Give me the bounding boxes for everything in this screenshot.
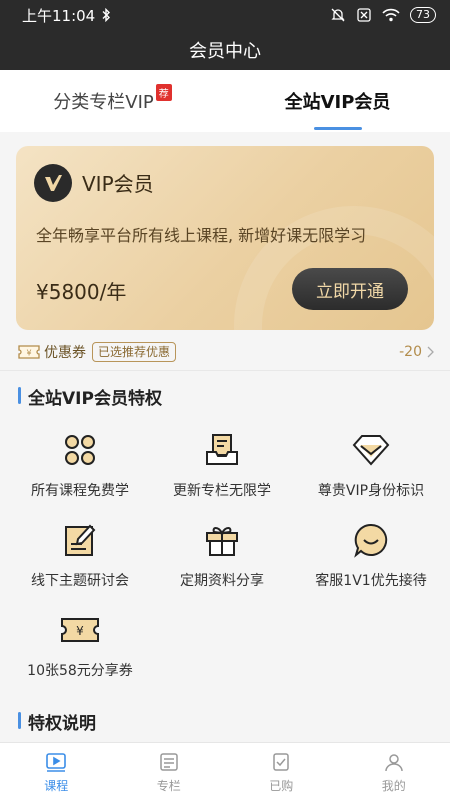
title-bar: 会员中心: [0, 30, 450, 70]
nav-label: 课程: [44, 778, 69, 793]
svg-text:¥: ¥: [26, 349, 31, 358]
nav-item-purchased[interactable]: 已购: [225, 743, 338, 800]
edit-note-icon: [60, 520, 100, 560]
wifi-icon: [382, 8, 400, 22]
privilege-item: 更新专栏无限学: [147, 430, 297, 500]
tab-bar: 分类专栏VIP 荐 全站VIP会员: [0, 70, 450, 132]
coupon-amount-value: -20: [399, 344, 422, 360]
document-tray-icon: [202, 430, 242, 470]
bluetooth-icon: [101, 8, 111, 22]
status-icons: 73: [330, 7, 436, 23]
privilege-label: 更新专栏无限学: [173, 483, 271, 499]
privilege-item: 所有课程免费学: [5, 430, 155, 500]
gift-icon: [202, 520, 242, 560]
nav-label: 已购: [269, 778, 294, 793]
open-vip-button[interactable]: 立即开通: [292, 268, 408, 310]
nav-item-courses[interactable]: 课程: [0, 743, 113, 800]
vip-logo-icon: [34, 164, 72, 202]
coupon-selected-tag: 已选推荐优惠: [92, 342, 177, 362]
nav-item-columns[interactable]: 专栏: [113, 743, 226, 800]
coupon-ticket-icon: ¥: [18, 343, 40, 361]
divider: [0, 370, 450, 371]
mute-bell-icon: [330, 7, 346, 23]
sim-off-icon: [356, 7, 372, 23]
tab-label: 分类专栏VIP: [53, 92, 154, 113]
privilege-item: 定期资料分享: [147, 520, 297, 590]
privilege-item: 客服1V1优先接待: [296, 520, 446, 590]
tab-label: 全站VIP会员: [284, 92, 391, 113]
privilege-label: 定期资料分享: [180, 573, 264, 589]
privilege-item: ¥ 10张58元分享券: [5, 610, 155, 680]
bottom-nav: 课程 专栏 已购 我的: [0, 742, 450, 800]
privilege-label: 线下主题研讨会: [31, 573, 129, 589]
svg-text:¥: ¥: [76, 624, 84, 638]
coupon-amount: -20: [399, 344, 434, 360]
privilege-item: 线下主题研讨会: [5, 520, 155, 590]
purchased-check-icon: [269, 750, 293, 774]
chevron-right-icon: [426, 346, 434, 358]
coupon-row[interactable]: ¥ 优惠券 已选推荐优惠 -20: [18, 340, 434, 364]
status-time: 上午11:04: [22, 6, 96, 25]
chat-smile-icon: [351, 520, 391, 560]
coupon-label: 优惠券: [44, 345, 86, 361]
clover-icon: [60, 430, 100, 470]
privilege-label: 客服1V1优先接待: [315, 573, 427, 589]
privilege-item: 尊贵VIP身份标识: [296, 430, 446, 500]
explain-section-title: 特权说明: [18, 709, 96, 734]
privileges-section-title: 全站VIP会员特权: [18, 384, 162, 409]
privilege-label: 所有课程免费学: [31, 483, 129, 499]
vip-card-title: VIP会员: [82, 172, 154, 196]
privilege-label: 10张58元分享券: [27, 663, 133, 679]
play-video-icon: [44, 750, 68, 774]
status-bar: 上午11:04 73: [0, 0, 450, 30]
tab-category-vip[interactable]: 分类专栏VIP 荐: [0, 70, 225, 132]
user-icon: [382, 750, 406, 774]
nav-label: 我的: [381, 778, 406, 793]
privilege-label: 尊贵VIP身份标识: [317, 483, 425, 499]
diamond-icon: [351, 430, 391, 470]
yen-ticket-icon: ¥: [60, 610, 100, 650]
recommend-badge: 荐: [155, 83, 172, 101]
list-doc-icon: [157, 750, 181, 774]
nav-item-mine[interactable]: 我的: [338, 743, 450, 800]
status-time-group: 上午11:04: [22, 5, 111, 26]
page-title: 会员中心: [189, 41, 261, 62]
vip-price: ¥5800/年: [36, 280, 127, 304]
tab-site-vip[interactable]: 全站VIP会员: [225, 70, 450, 132]
vip-card-description: 全年畅享平台所有线上课程, 新增好课无限学习: [36, 226, 367, 245]
active-tab-indicator: [313, 127, 362, 130]
vip-card: VIP会员 全年畅享平台所有线上课程, 新增好课无限学习 ¥5800/年 立即开…: [16, 146, 434, 330]
battery-indicator: 73: [410, 7, 436, 23]
nav-label: 专栏: [156, 778, 181, 793]
